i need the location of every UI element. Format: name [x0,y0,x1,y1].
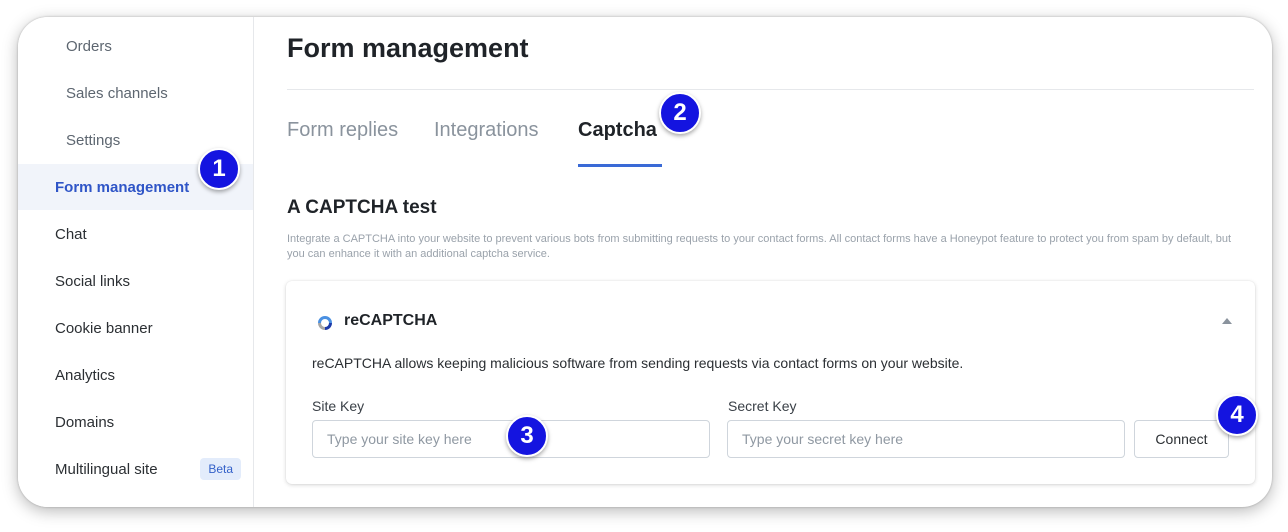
tab-captcha[interactable]: Captcha [578,119,657,142]
page-title: Form management [287,33,529,63]
sidebar-item-domains[interactable]: Domains [18,399,253,445]
sidebar-item-social-links[interactable]: Social links [18,258,253,304]
recaptcha-logo-icon [318,316,332,330]
annotation-badge-1: 1 [198,148,240,190]
sidebar-item-analytics[interactable]: Analytics [18,352,253,398]
secret-key-input[interactable] [727,420,1125,458]
sidebar-item-chat[interactable]: Chat [18,211,253,257]
tab-integrations[interactable]: Integrations [434,119,539,142]
recaptcha-description: reCAPTCHA allows keeping malicious softw… [312,355,964,371]
chevron-up-icon[interactable] [1221,317,1233,325]
sidebar-item-multilingual-site[interactable]: Multilingual site Beta [18,446,253,492]
annotation-badge-2: 2 [659,92,701,134]
tab-form-replies[interactable]: Form replies [287,119,398,142]
recaptcha-title: reCAPTCHA [344,312,438,329]
app-window: Orders Sales channels Settings Form mana… [18,17,1272,507]
sidebar-item-orders[interactable]: Orders [18,23,253,69]
recaptcha-card: reCAPTCHA reCAPTCHA allows keeping malic… [286,281,1255,484]
site-key-label: Site Key [312,398,365,414]
annotation-badge-3: 3 [506,415,548,457]
sidebar-item-cookie-banner[interactable]: Cookie banner [18,305,253,351]
annotation-badge-4: 4 [1216,394,1258,436]
beta-badge: Beta [200,458,241,480]
sidebar: Orders Sales channels Settings Form mana… [18,17,254,507]
sidebar-item-sales-channels[interactable]: Sales channels [18,70,253,116]
section-description: Integrate a CAPTCHA into your website to… [287,233,1232,260]
connect-button[interactable]: Connect [1134,420,1229,458]
section-title: A CAPTCHA test [287,197,437,218]
title-divider [287,89,1254,90]
active-tab-indicator [578,164,662,167]
main-content: Form management Form replies Integration… [254,17,1272,507]
secret-key-label: Secret Key [728,398,797,414]
